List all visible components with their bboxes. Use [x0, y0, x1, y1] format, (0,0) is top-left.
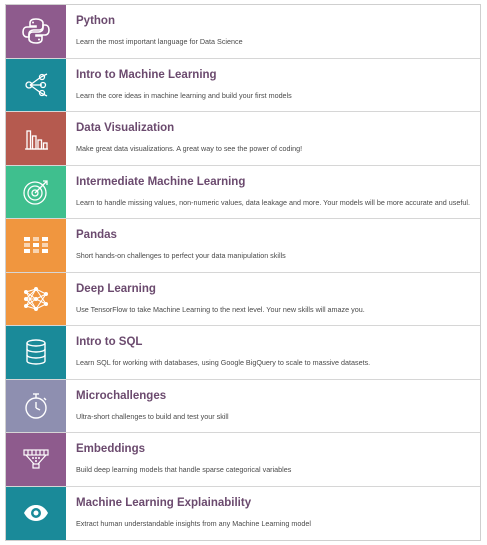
course-info: Intermediate Machine Learning Learn to h…	[66, 166, 480, 219]
course-thumbnail	[6, 219, 66, 272]
course-info: Pandas Short hands-on challenges to perf…	[66, 219, 480, 272]
course-thumbnail	[6, 326, 66, 379]
course-item-pandas[interactable]: Pandas Short hands-on challenges to perf…	[6, 219, 480, 273]
course-description: Learn SQL for working with databases, us…	[76, 358, 371, 367]
stopwatch-icon	[25, 393, 47, 419]
course-info: Microchallenges Ultra-short challenges t…	[66, 380, 480, 433]
course-description: Use TensorFlow to take Machine Learning …	[76, 304, 365, 314]
course-item-machine-learning-explainability[interactable]: Machine Learning Explainability Extract …	[6, 486, 480, 541]
course-title[interactable]: Pandas	[76, 229, 470, 242]
course-title[interactable]: Intro to SQL	[76, 336, 470, 349]
grid-table-icon	[24, 237, 48, 254]
neural-network-icon	[24, 286, 48, 311]
target-icon	[23, 180, 48, 205]
course-item-microchallenges[interactable]: Microchallenges Ultra-short challenges t…	[6, 379, 480, 433]
course-thumbnail	[6, 433, 66, 486]
course-info: Machine Learning Explainability Extract …	[66, 487, 480, 541]
course-thumbnail	[6, 486, 66, 540]
course-item-deep-learning[interactable]: Deep Learning Use TensorFlow to take Mac…	[6, 272, 480, 326]
course-title[interactable]: Intermediate Machine Learning	[76, 176, 470, 189]
course-item-intro-to-machine-learning[interactable]: Intro to Machine Learning Learn the core…	[6, 58, 480, 112]
course-title[interactable]: Python	[76, 15, 470, 28]
course-thumbnail	[6, 379, 66, 432]
course-thumbnail	[6, 272, 66, 325]
course-list: Python Learn the most important language…	[5, 4, 481, 541]
course-title[interactable]: Embeddings	[76, 443, 470, 456]
course-description: Learn the core ideas in machine learning…	[76, 90, 292, 100]
course-description: Extract human understandable insights fr…	[76, 518, 311, 528]
network-nodes-icon	[25, 73, 48, 97]
course-description: Short hands-on challenges to perfect you…	[76, 251, 286, 260]
course-info: Intro to Machine Learning Learn the core…	[66, 59, 480, 112]
course-thumbnail	[6, 112, 66, 165]
course-thumbnail	[6, 165, 66, 218]
course-info: Python Learn the most important language…	[66, 5, 480, 58]
course-title[interactable]: Microchallenges	[76, 390, 470, 403]
course-info: Data Visualization Make great data visua…	[66, 112, 480, 165]
course-item-intermediate-machine-learning[interactable]: Intermediate Machine Learning Learn to h…	[6, 165, 480, 219]
course-info: Deep Learning Use TensorFlow to take Mac…	[66, 273, 480, 326]
course-item-intro-to-sql[interactable]: Intro to SQL Learn SQL for working with …	[6, 326, 480, 380]
course-item-embeddings[interactable]: Embeddings Build deep learning models th…	[6, 433, 480, 487]
course-description: Build deep learning models that handle s…	[76, 465, 292, 474]
course-title[interactable]: Deep Learning	[76, 283, 470, 296]
course-description: Ultra-short challenges to build and test…	[76, 411, 229, 421]
course-thumbnail	[6, 5, 66, 58]
database-icon	[26, 339, 46, 365]
python-logo-icon	[22, 18, 50, 45]
bar-chart-icon	[25, 130, 48, 150]
course-item-python[interactable]: Python Learn the most important language…	[6, 5, 480, 59]
course-info: Embeddings Build deep learning models th…	[66, 433, 480, 486]
course-info: Intro to SQL Learn SQL for working with …	[66, 326, 480, 379]
course-thumbnail	[6, 58, 66, 111]
embedding-funnel-icon	[23, 449, 49, 469]
course-item-data-visualization[interactable]: Data Visualization Make great data visua…	[6, 112, 480, 166]
course-title[interactable]: Machine Learning Explainability	[76, 497, 470, 510]
course-description: Learn the most important language for Da…	[76, 37, 243, 46]
course-title[interactable]: Data Visualization	[76, 122, 470, 135]
eye-icon	[24, 505, 48, 522]
course-title[interactable]: Intro to Machine Learning	[76, 69, 470, 82]
course-description: Learn to handle missing values, non-nume…	[76, 197, 470, 207]
course-description: Make great data visualizations. A great …	[76, 144, 303, 153]
